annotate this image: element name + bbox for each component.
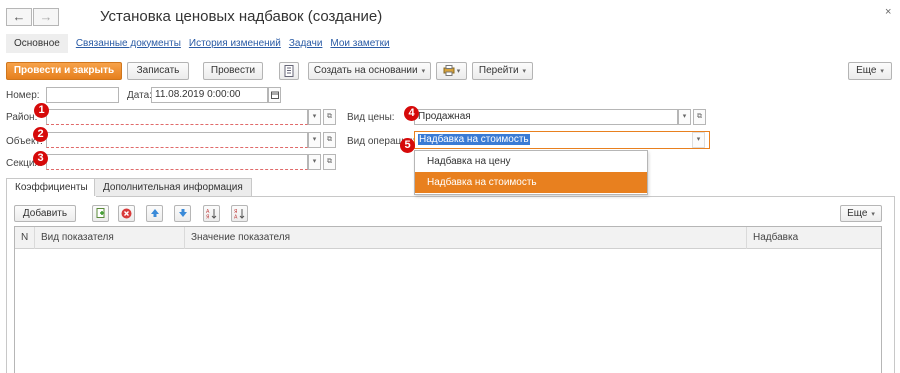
open-icon: ⧉ xyxy=(697,113,702,120)
arrow-down-icon xyxy=(178,209,187,217)
print-button[interactable]: ▾ xyxy=(436,62,467,80)
date-label: Дата: xyxy=(127,90,152,101)
tab-main[interactable]: Основное xyxy=(6,33,68,53)
section-dropdown-button[interactable]: ▾ xyxy=(308,154,321,170)
column-n[interactable]: N xyxy=(15,227,35,249)
chevron-down-icon: ▾ xyxy=(312,158,317,165)
calendar-icon xyxy=(270,91,279,99)
sort-descending-icon: ЯА xyxy=(234,209,245,221)
copy-row-button[interactable] xyxy=(92,205,109,222)
post-button[interactable]: Провести xyxy=(203,62,263,80)
delete-icon xyxy=(121,208,132,219)
number-label: Номер: xyxy=(6,90,40,101)
district-open-button[interactable]: ⧉ xyxy=(323,109,336,125)
link-notes[interactable]: Мои заметки xyxy=(330,38,389,49)
sort-asc-button[interactable]: АЯ xyxy=(203,205,220,222)
object-open-button[interactable]: ⧉ xyxy=(323,132,336,148)
svg-text:Я: Я xyxy=(206,215,209,220)
window-title: Установка ценовых надбавок (создание) xyxy=(100,8,383,25)
link-related-docs[interactable]: Связанные документы xyxy=(76,38,181,49)
chevron-down-icon: ▾ xyxy=(312,113,317,120)
document-icon xyxy=(284,65,294,77)
move-up-button[interactable] xyxy=(146,205,163,222)
chevron-down-icon: ▾ xyxy=(696,136,701,143)
chevron-down-icon: ▾ xyxy=(871,211,875,218)
district-field[interactable] xyxy=(46,109,308,125)
operation-field[interactable]: Надбавка на стоимость xyxy=(414,131,710,149)
price-type-field[interactable]: Продажная xyxy=(414,109,678,125)
chevron-down-icon: ▾ xyxy=(880,68,884,75)
date-field[interactable]: 11.08.2019 0:00:00 xyxy=(151,87,268,103)
move-down-button[interactable] xyxy=(174,205,191,222)
section-open-button[interactable]: ⧉ xyxy=(323,154,336,170)
operation-options-list[interactable]: Надбавка на цену Надбавка на стоимость xyxy=(414,150,648,195)
sort-ascending-icon: АЯ xyxy=(206,209,217,221)
tab-coefficients[interactable]: Коэффициенты xyxy=(6,178,97,197)
column-indicator-value[interactable]: Значение показателя xyxy=(185,227,747,249)
more-button[interactable]: Еще ▾ xyxy=(848,62,892,80)
delete-row-button[interactable] xyxy=(118,205,135,222)
chevron-down-icon: ▾ xyxy=(312,136,317,143)
chevron-down-icon: ▾ xyxy=(456,68,461,75)
goto-button[interactable]: Перейти ▾ xyxy=(472,62,533,80)
sort-desc-button[interactable]: ЯА xyxy=(231,205,248,222)
badge-2: 2 xyxy=(33,127,48,142)
operation-value: Надбавка на стоимость xyxy=(418,134,530,145)
option-markup-on-cost[interactable]: Надбавка на стоимость xyxy=(415,172,647,193)
save-button[interactable]: Записать xyxy=(127,62,189,80)
arrow-left-icon: ← xyxy=(12,9,26,24)
district-label: Район: xyxy=(6,112,38,123)
price-type-dropdown-button[interactable]: ▾ xyxy=(678,109,691,125)
forward-button[interactable]: → xyxy=(33,8,59,26)
coefficients-table[interactable]: N Вид показателя Значение показателя Над… xyxy=(14,226,882,373)
option-markup-on-price[interactable]: Надбавка на цену xyxy=(415,151,647,172)
chevron-down-icon: ▾ xyxy=(682,113,687,120)
district-dropdown-button[interactable]: ▾ xyxy=(308,109,321,125)
section-nav: Основное Связанные документы История изм… xyxy=(6,33,390,53)
back-button[interactable]: ← xyxy=(6,8,32,26)
link-tasks[interactable]: Задачи xyxy=(289,38,323,49)
open-icon: ⧉ xyxy=(327,158,332,165)
object-field[interactable] xyxy=(46,132,308,148)
copy-icon xyxy=(96,208,104,218)
open-icon: ⧉ xyxy=(327,113,332,120)
badge-4: 4 xyxy=(404,106,419,121)
price-type-label: Вид цены: xyxy=(347,112,395,123)
print-icon xyxy=(443,65,455,76)
section-field[interactable] xyxy=(46,154,308,170)
badge-5: 5 xyxy=(400,138,415,153)
price-type-open-button[interactable]: ⧉ xyxy=(693,109,706,125)
arrow-up-icon xyxy=(150,209,159,217)
table-header: N Вид показателя Значение показателя Над… xyxy=(15,227,881,249)
column-markup[interactable]: Надбавка xyxy=(747,227,881,249)
chevron-down-icon: ▾ xyxy=(522,68,527,75)
report-button[interactable] xyxy=(279,62,299,80)
object-dropdown-button[interactable]: ▾ xyxy=(308,132,321,148)
badge-3: 3 xyxy=(33,151,48,166)
chevron-down-icon: ▾ xyxy=(421,68,426,75)
link-history[interactable]: История изменений xyxy=(189,38,281,49)
close-icon[interactable]: × xyxy=(885,6,891,18)
table-more-button[interactable]: Еще ▾ xyxy=(840,205,882,222)
badge-1: 1 xyxy=(34,103,49,118)
post-and-close-button[interactable]: Провести и закрыть xyxy=(6,62,122,80)
create-based-on-button[interactable]: Создать на основании ▾ xyxy=(308,62,431,80)
number-field[interactable] xyxy=(46,87,119,103)
calendar-button[interactable] xyxy=(268,87,281,103)
operation-dropdown-button[interactable]: ▾ xyxy=(692,132,705,148)
open-icon: ⧉ xyxy=(327,136,332,143)
add-row-button[interactable]: Добавить xyxy=(14,205,76,222)
svg-text:А: А xyxy=(234,215,238,220)
tab-additional-info[interactable]: Дополнительная информация xyxy=(94,178,252,196)
column-indicator-type[interactable]: Вид показателя xyxy=(35,227,185,249)
tab-divider xyxy=(6,196,895,197)
arrow-right-icon: → xyxy=(39,9,53,24)
